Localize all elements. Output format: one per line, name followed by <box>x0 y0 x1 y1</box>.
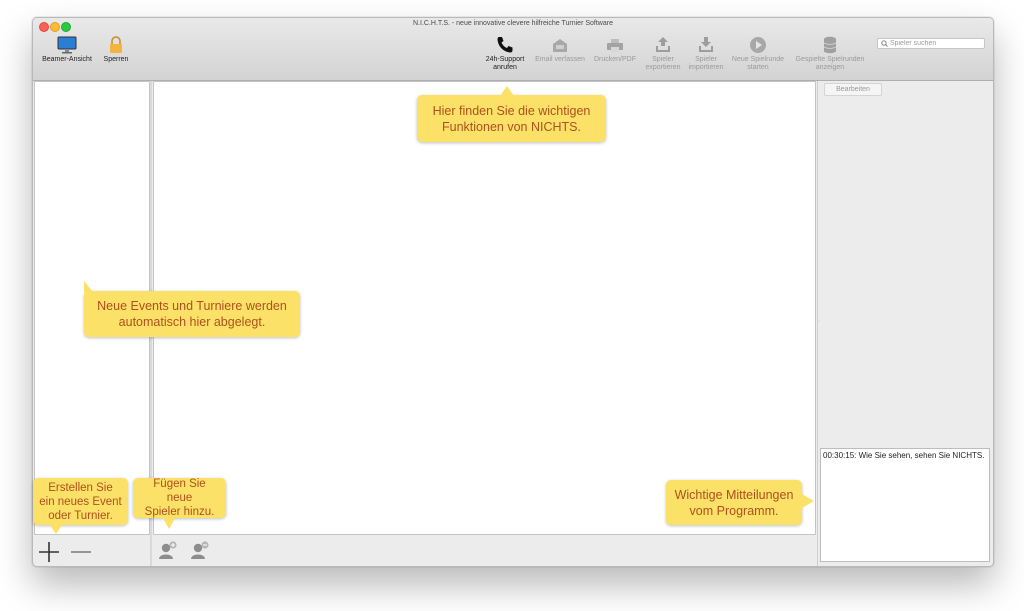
import-players-label: Spieler importieren <box>688 56 724 71</box>
beamer-view-button[interactable]: Beamer-Ansicht <box>39 34 95 64</box>
remove-user-icon <box>191 541 209 559</box>
monitor-icon <box>39 34 95 56</box>
add-players-text: Fügen Sie neue Spieler hinzu. <box>144 478 215 518</box>
create-event-tooltip: Erstellen Sie ein neues Event oder Turni… <box>33 478 128 525</box>
support-call-button[interactable]: 24h-Support anrufen <box>481 34 529 72</box>
minus-icon <box>71 551 91 553</box>
played-rounds-label: Gespielte Spielrunden anzeigen <box>795 56 865 71</box>
events-footer <box>34 535 150 565</box>
export-players-button[interactable]: Spieler exportieren <box>642 34 684 72</box>
add-user-icon <box>159 541 177 559</box>
email-label: Email verfassen <box>535 56 585 63</box>
create-event-text: Erstellen Sie ein neues Event oder Turni… <box>39 481 122 522</box>
export-players-label: Spieler exportieren <box>645 56 681 71</box>
plus-icon <box>39 542 59 562</box>
create-event-tail <box>50 525 62 534</box>
add-player-button[interactable] <box>158 540 178 560</box>
edit-button[interactable]: Bearbeiten <box>824 83 882 96</box>
lock-label: Sperren <box>103 56 129 63</box>
remove-player-button[interactable] <box>190 540 210 560</box>
mailbox-icon <box>533 34 587 56</box>
messages-hint-text: Wichtige Mitteilungen vom Programm. <box>674 487 794 518</box>
new-round-label: Neue Spielrunde starten <box>731 56 785 71</box>
phone-icon <box>481 34 529 56</box>
play-icon <box>728 34 788 56</box>
export-icon <box>642 34 684 56</box>
import-players-button[interactable]: Spieler importieren <box>685 34 727 72</box>
player-search-input[interactable] <box>889 40 984 47</box>
detail-panel: Bearbeiten ◦ 00:30:15: Wie Sie sehen, se… <box>817 81 993 566</box>
new-round-button[interactable]: Neue Spielrunde starten <box>728 34 788 72</box>
players-footer <box>152 535 816 565</box>
played-rounds-button[interactable]: Gespielte Spielrunden anzeigen <box>790 34 870 72</box>
lock-icon <box>99 34 133 56</box>
add-players-tail <box>163 518 175 529</box>
print-button[interactable]: Drucken/PDF <box>590 34 640 64</box>
events-hint-tooltip: Neue Events und Turniere werden automati… <box>84 291 300 337</box>
print-label: Drucken/PDF <box>593 56 636 63</box>
toolbar-hint-text: Hier finden Sie die wichtigen Funktionen… <box>432 103 591 134</box>
import-icon <box>685 34 727 56</box>
resize-grip-icon[interactable]: ◦ <box>818 319 820 325</box>
support-call-label: 24h-Support anrufen <box>485 56 525 71</box>
email-button[interactable]: Email verfassen <box>533 34 587 64</box>
title-toolbar: N.I.C.H.T.S. - neue innovative clevere h… <box>33 18 993 81</box>
database-icon <box>790 34 870 56</box>
messages-hint-tooltip: Wichtige Mitteilungen vom Programm. <box>666 480 802 525</box>
player-search-field[interactable] <box>877 38 985 49</box>
printer-icon <box>590 34 640 56</box>
events-hint-text: Neue Events und Turniere werden automati… <box>97 299 287 329</box>
add-event-button[interactable] <box>38 541 60 563</box>
search-icon <box>881 40 888 47</box>
messages-hint-tail <box>802 494 814 508</box>
log-entry: 00:30:15: Wie Sie sehen, sehen Sie NICHT… <box>823 451 985 460</box>
message-log: 00:30:15: Wie Sie sehen, sehen Sie NICHT… <box>820 448 990 562</box>
beamer-view-label: Beamer-Ansicht <box>42 56 92 63</box>
window-title: N.I.C.H.T.S. - neue innovative clevere h… <box>413 20 613 27</box>
toolbar-hint-tooltip: Hier finden Sie die wichtigen Funktionen… <box>417 95 606 142</box>
remove-event-button[interactable] <box>70 541 92 563</box>
toolbar-hint-tail <box>500 86 514 96</box>
lock-button[interactable]: Sperren <box>99 34 133 64</box>
events-hint-tail <box>84 281 94 293</box>
add-players-tooltip: Fügen Sie neue Spieler hinzu. <box>133 478 226 518</box>
